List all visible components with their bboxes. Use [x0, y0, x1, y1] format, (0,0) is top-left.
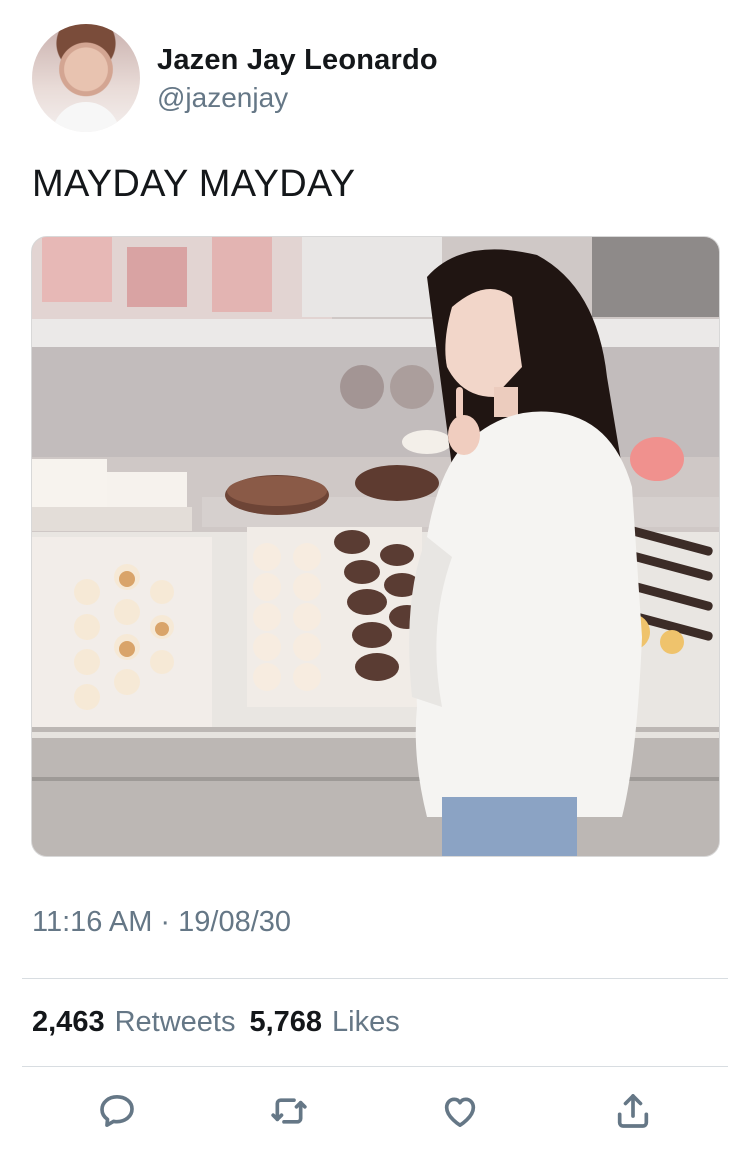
retweet-icon [271, 1098, 307, 1124]
display-name[interactable]: Jazen Jay Leonardo [157, 44, 438, 77]
tweet-stats: 2,463 Retweets 5,768 Likes [32, 1006, 404, 1039]
divider [22, 1066, 728, 1067]
tweet-header: Jazen Jay Leonardo @jazenjay [32, 24, 722, 134]
likes-label[interactable]: Likes [332, 1006, 400, 1039]
retweets-count[interactable]: 2,463 [32, 1006, 105, 1039]
like-button[interactable] [433, 1084, 487, 1138]
likes-count[interactable]: 5,768 [249, 1006, 322, 1039]
retweet-button[interactable] [262, 1084, 316, 1138]
user-handle[interactable]: @jazenjay [157, 82, 288, 114]
reply-button[interactable] [90, 1084, 144, 1138]
share-icon [617, 1094, 649, 1128]
tweet-timestamp[interactable]: 11:16 AM · 19/08/30 [32, 906, 291, 939]
heart-icon [444, 1097, 476, 1127]
tweet-actions [0, 1084, 750, 1138]
tweet-photo[interactable]: 🥐 🥯 🍞 🥖 🥨 🥞 🧁 🍰 🍩 🍪 🤔 [31, 236, 720, 857]
tweet-text: MAYDAY MAYDAY [32, 163, 356, 205]
share-button[interactable] [606, 1084, 660, 1138]
divider [22, 978, 728, 979]
reply-icon [100, 1095, 134, 1127]
bakery-photo [32, 237, 719, 856]
retweets-label[interactable]: Retweets [115, 1006, 236, 1039]
avatar[interactable] [32, 24, 140, 132]
